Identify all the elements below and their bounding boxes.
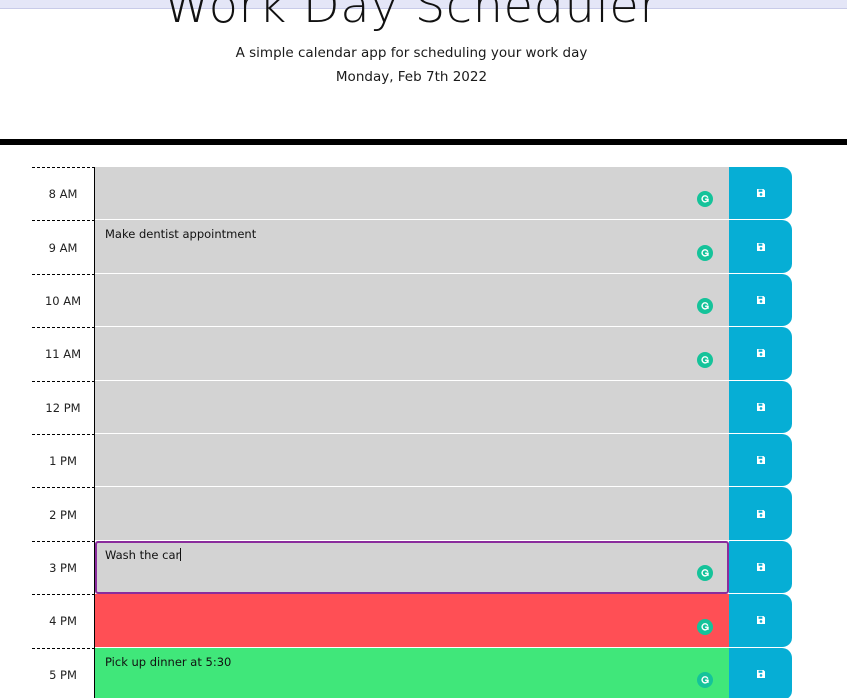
hour-label: 9 AM	[32, 220, 95, 274]
event-description-textarea[interactable]: Wash the car	[95, 540, 729, 595]
floppy-disk-icon	[756, 669, 766, 679]
grammarly-icon[interactable]	[697, 351, 713, 368]
floppy-disk-icon	[756, 348, 766, 358]
event-description-textarea[interactable]	[95, 594, 729, 648]
page-lead: A simple calendar app for scheduling you…	[235, 45, 588, 61]
event-text: Pick up dinner at 5:30	[105, 654, 232, 669]
grammarly-icon[interactable]	[697, 191, 713, 208]
event-text: Make dentist appointment	[105, 227, 257, 242]
time-block: 8 AM	[32, 167, 792, 221]
save-button[interactable]	[729, 380, 792, 434]
event-description-textarea[interactable]	[95, 380, 729, 434]
floppy-disk-icon	[756, 509, 766, 519]
save-button[interactable]	[729, 540, 792, 595]
save-button[interactable]	[729, 647, 792, 698]
hour-label: 5 PM	[32, 647, 95, 698]
floppy-disk-icon	[756, 615, 766, 625]
event-description-textarea[interactable]	[95, 433, 729, 488]
save-button[interactable]	[729, 167, 792, 221]
time-block: 12 PM	[32, 380, 792, 434]
save-button[interactable]	[729, 273, 792, 328]
time-block: 2 PM	[32, 487, 792, 541]
hour-label: 12 PM	[32, 380, 95, 434]
hour-label: 2 PM	[32, 487, 95, 541]
time-block: 3 PM Wash the car	[32, 540, 792, 595]
floppy-disk-icon	[756, 455, 766, 465]
floppy-disk-icon	[756, 242, 766, 252]
current-day: Monday, Feb 7th 2022	[335, 69, 488, 85]
save-button[interactable]	[729, 433, 792, 488]
save-button[interactable]	[729, 487, 792, 541]
hour-label: 11 AM	[32, 327, 95, 381]
page-title: Work Day Scheduler	[163, 0, 660, 34]
event-text: Wash the car	[105, 547, 181, 562]
event-description-textarea[interactable]: Pick up dinner at 5:30	[95, 647, 729, 698]
grammarly-icon[interactable]	[697, 671, 713, 688]
hour-label: 3 PM	[32, 540, 95, 595]
time-block: 1 PM	[32, 433, 792, 488]
floppy-disk-icon	[756, 562, 766, 572]
event-description-textarea[interactable]	[95, 327, 729, 381]
event-description-textarea[interactable]: Make dentist appointment	[95, 220, 729, 274]
text-caret	[180, 547, 182, 561]
floppy-disk-icon	[756, 188, 766, 198]
event-description-textarea[interactable]	[95, 487, 729, 541]
header-divider	[0, 139, 847, 145]
event-description-textarea[interactable]	[95, 273, 729, 328]
hour-label: 4 PM	[32, 594, 95, 648]
grammarly-icon[interactable]	[697, 244, 713, 261]
save-button[interactable]	[729, 327, 792, 381]
grammarly-icon[interactable]	[697, 298, 713, 315]
save-button[interactable]	[729, 220, 792, 274]
time-block-list: 8 AM 9 AM Make dentist appointment 10 AM 11 …	[32, 167, 792, 698]
hour-label: 8 AM	[32, 167, 95, 221]
hour-label: 10 AM	[32, 273, 95, 328]
hour-label: 1 PM	[32, 433, 95, 488]
time-block: 5 PM Pick up dinner at 5:30	[32, 647, 792, 698]
time-block: 11 AM	[32, 327, 792, 381]
floppy-disk-icon	[756, 402, 766, 412]
event-description-textarea[interactable]	[95, 167, 729, 221]
grammarly-icon[interactable]	[697, 618, 713, 635]
save-button[interactable]	[729, 594, 792, 648]
floppy-disk-icon	[756, 295, 766, 305]
grammarly-icon[interactable]	[697, 565, 713, 582]
time-block: 4 PM	[32, 594, 792, 648]
time-block: 9 AM Make dentist appointment	[32, 220, 792, 274]
time-block: 10 AM	[32, 273, 792, 328]
